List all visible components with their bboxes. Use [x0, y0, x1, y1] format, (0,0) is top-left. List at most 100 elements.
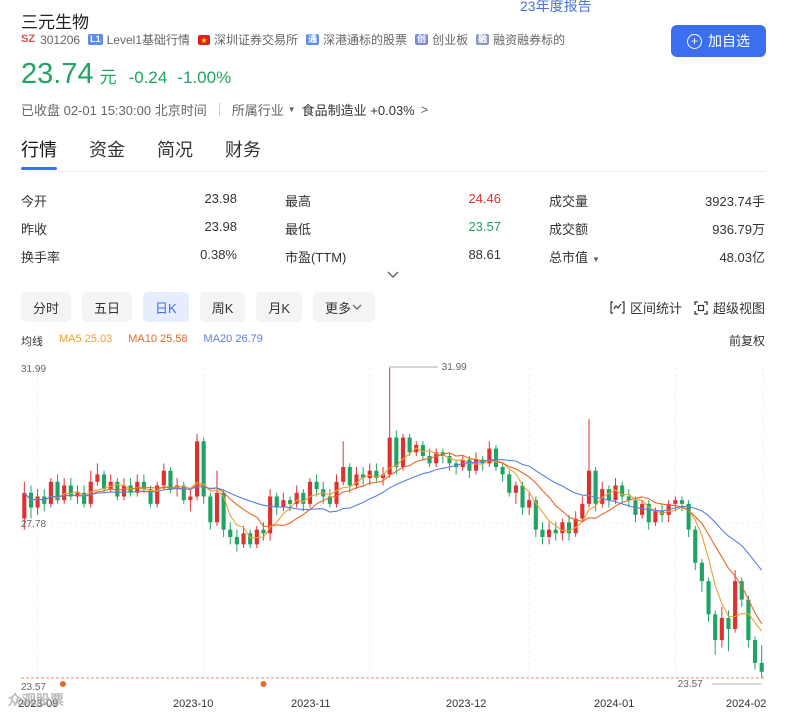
candle[interactable]: [141, 474, 146, 493]
candle[interactable]: [699, 559, 704, 593]
candle[interactable]: [600, 481, 605, 508]
candle[interactable]: [268, 489, 273, 541]
candle[interactable]: [640, 500, 645, 519]
candle[interactable]: [440, 448, 445, 464]
candle[interactable]: [387, 368, 392, 479]
candle[interactable]: [28, 485, 34, 519]
candle[interactable]: [68, 478, 73, 501]
candle[interactable]: [188, 489, 193, 512]
candle[interactable]: [507, 470, 512, 497]
candle[interactable]: [161, 463, 166, 490]
candle[interactable]: [447, 452, 452, 471]
candle[interactable]: [673, 496, 678, 512]
tag-connect[interactable]: 通 深港通标的股票: [306, 31, 407, 48]
tab-funds[interactable]: 资金: [89, 136, 125, 170]
period-more[interactable]: 更多: [313, 292, 376, 322]
candle[interactable]: [35, 489, 40, 515]
tab-quote[interactable]: 行情: [21, 136, 57, 170]
candle[interactable]: [228, 522, 233, 545]
candle[interactable]: [75, 485, 80, 504]
candle[interactable]: [148, 485, 153, 508]
candle[interactable]: [248, 529, 253, 549]
candle[interactable]: [646, 500, 651, 530]
candle[interactable]: [540, 522, 545, 545]
candle[interactable]: [527, 492, 532, 515]
tag-margin[interactable]: 融 融资融券标的: [476, 31, 565, 48]
candle[interactable]: [566, 514, 572, 541]
candle[interactable]: [55, 474, 60, 504]
candle[interactable]: [400, 433, 406, 471]
candle[interactable]: [234, 529, 239, 552]
candle[interactable]: [201, 437, 206, 504]
tab-finance[interactable]: 财务: [225, 136, 261, 170]
candle[interactable]: [361, 467, 366, 486]
tag-exchange[interactable]: ★ 深圳证券交易所: [198, 31, 298, 48]
candle[interactable]: [214, 470, 220, 526]
chevron-down-icon[interactable]: [386, 268, 400, 282]
ma-label[interactable]: 均线: [21, 333, 43, 349]
candle[interactable]: [706, 577, 711, 622]
candle[interactable]: [633, 496, 638, 523]
candle[interactable]: [314, 474, 319, 497]
candle[interactable]: [341, 441, 346, 486]
candle[interactable]: [354, 467, 359, 490]
candle[interactable]: [347, 463, 352, 493]
candle[interactable]: [752, 636, 758, 670]
candle[interactable]: [101, 470, 107, 493]
candle[interactable]: [620, 481, 625, 504]
tab-profile[interactable]: 简况: [157, 136, 193, 170]
super-view-button[interactable]: 超级视图: [694, 298, 765, 317]
adjust-mode[interactable]: 前复权: [729, 332, 765, 349]
candle[interactable]: [586, 419, 592, 508]
period-monthly[interactable]: 月K: [256, 292, 303, 322]
candle[interactable]: [493, 444, 499, 471]
candle[interactable]: [115, 478, 120, 501]
candle[interactable]: [713, 610, 718, 655]
candle[interactable]: [733, 570, 738, 633]
range-stats-button[interactable]: 区间统计: [610, 298, 682, 317]
candle[interactable]: [62, 478, 67, 504]
candle[interactable]: [606, 485, 611, 508]
candle[interactable]: [467, 455, 472, 479]
annual-report-link[interactable]: 23年度报告: [520, 0, 592, 16]
candle[interactable]: [95, 463, 100, 486]
candle[interactable]: [434, 448, 439, 468]
candle[interactable]: [281, 492, 286, 512]
period-5day[interactable]: 五日: [82, 292, 133, 322]
candle[interactable]: [307, 478, 313, 508]
candle[interactable]: [88, 470, 93, 508]
candle[interactable]: [48, 478, 53, 508]
candlestick-chart[interactable]: 31.9923.5731.9927.7823.572023-09 2023-10 2…: [0, 350, 790, 717]
candle[interactable]: [294, 485, 299, 508]
candle[interactable]: [181, 481, 186, 504]
candle[interactable]: [374, 463, 379, 482]
event-marker[interactable]: [260, 681, 267, 687]
candle[interactable]: [547, 522, 552, 545]
candle[interactable]: [274, 492, 279, 515]
tag-chinext[interactable]: 创 创业板: [415, 31, 468, 48]
candle[interactable]: [208, 492, 213, 530]
candle[interactable]: [254, 525, 259, 549]
candle[interactable]: [686, 500, 691, 537]
candle[interactable]: [500, 463, 505, 482]
event-marker[interactable]: [59, 681, 66, 687]
stat-label[interactable]: 总市值 ▼: [549, 247, 600, 266]
period-daily[interactable]: 日K: [143, 292, 189, 322]
candle[interactable]: [739, 577, 744, 607]
candle[interactable]: [454, 459, 459, 475]
industry-link[interactable]: 食品制造业 +0.03%: [302, 100, 415, 119]
add-watchlist-button[interactable]: + 加自选: [671, 25, 766, 57]
chevron-right-icon[interactable]: >: [421, 102, 429, 117]
candle[interactable]: [194, 433, 200, 501]
candle[interactable]: [128, 478, 133, 497]
candle[interactable]: [367, 463, 372, 486]
candle[interactable]: [135, 474, 140, 497]
candle[interactable]: [394, 430, 399, 475]
candle[interactable]: [487, 441, 492, 468]
candle[interactable]: [513, 481, 518, 504]
candle[interactable]: [679, 496, 685, 512]
candle[interactable]: [473, 452, 479, 475]
period-intraday[interactable]: 分时: [21, 292, 72, 322]
candle[interactable]: [693, 525, 698, 571]
candle[interactable]: [719, 606, 724, 648]
